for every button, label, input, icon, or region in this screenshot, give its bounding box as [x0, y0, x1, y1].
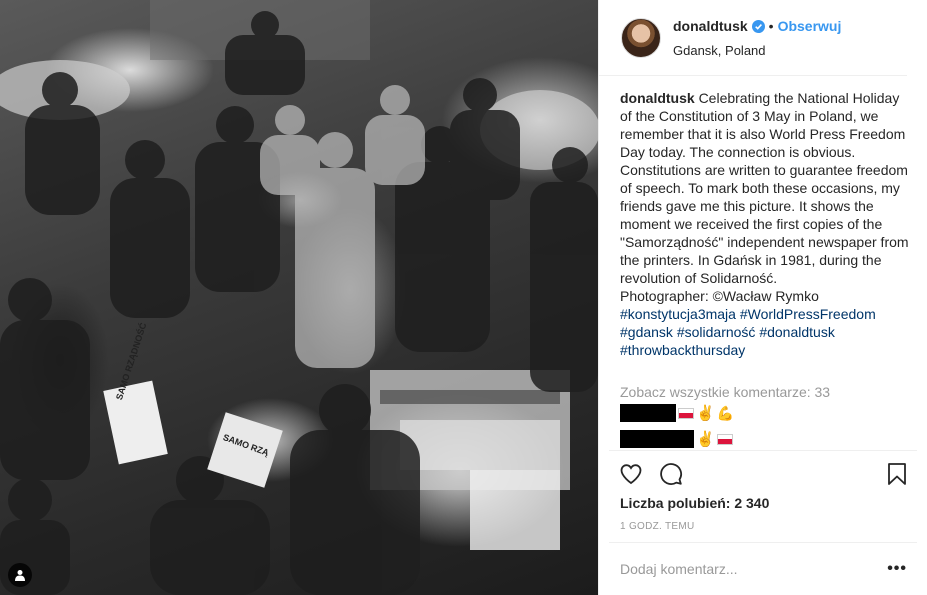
user-tag-icon: [15, 570, 25, 581]
location-link[interactable]: Gdansk, Poland: [673, 43, 841, 58]
victory-hand-icon: ✌: [696, 431, 715, 448]
follow-button[interactable]: Obserwuj: [778, 18, 842, 34]
post-timestamp[interactable]: 1 GODZ. TEMU: [620, 521, 695, 532]
victory-hand-icon: ✌: [696, 405, 715, 422]
comment-input[interactable]: [620, 561, 888, 577]
redacted-username: [620, 430, 694, 448]
redacted-username: [620, 404, 676, 422]
view-all-comments-link[interactable]: Zobacz wszystkie komentarze: 33: [620, 384, 830, 400]
likes-count[interactable]: Liczba polubień: 2 340: [620, 495, 769, 511]
bookmark-icon[interactable]: [887, 462, 907, 491]
post-side-panel: donaldtusk • Obserwuj Gdansk, Poland don…: [598, 0, 927, 595]
post-photo[interactable]: SAMO RZĄDNOŚĆ SAMO RZĄ: [0, 0, 598, 595]
hashtag-link[interactable]: #throwbackthursday: [620, 342, 745, 358]
hashtag-link[interactable]: #WorldPressFreedom: [740, 306, 876, 322]
verified-badge-icon: [751, 19, 765, 33]
more-options-icon[interactable]: •••: [887, 560, 907, 578]
comment-item: ✌: [620, 430, 733, 448]
caption-text: Celebrating the National Holiday of the …: [620, 90, 909, 286]
heart-icon[interactable]: [619, 462, 643, 491]
comment-icon[interactable]: [659, 462, 683, 491]
separator-dot: •: [768, 18, 774, 34]
add-comment-bar: •••: [609, 542, 917, 595]
hashtag-link[interactable]: #konstytucja3maja: [620, 306, 736, 322]
user-tag-button[interactable]: [8, 563, 32, 587]
post-actions: [619, 462, 683, 491]
post-caption: donaldtusk Celebrating the National Holi…: [620, 89, 912, 359]
post-header: donaldtusk • Obserwuj Gdansk, Poland: [599, 0, 907, 76]
hashtag-link[interactable]: #solidarność: [677, 324, 756, 340]
hashtag-link[interactable]: #donaldtusk: [759, 324, 835, 340]
poland-flag-icon: [716, 433, 733, 445]
hashtag-list: #konstytucja3maja #WorldPressFreedom #gd…: [620, 306, 876, 358]
photo-illustration: [0, 0, 598, 595]
flexed-biceps-icon: 💪: [716, 404, 735, 421]
caption-photographer: Photographer: ©Wacław Rymko: [620, 288, 819, 304]
comment-item: ✌ 💪: [620, 404, 734, 422]
poland-flag-icon: [678, 407, 694, 419]
avatar[interactable]: [621, 18, 661, 58]
actions-divider: [609, 450, 917, 451]
caption-username[interactable]: donaldtusk: [620, 90, 695, 106]
hashtag-link[interactable]: #gdansk: [620, 324, 673, 340]
author-username[interactable]: donaldtusk: [673, 18, 748, 34]
